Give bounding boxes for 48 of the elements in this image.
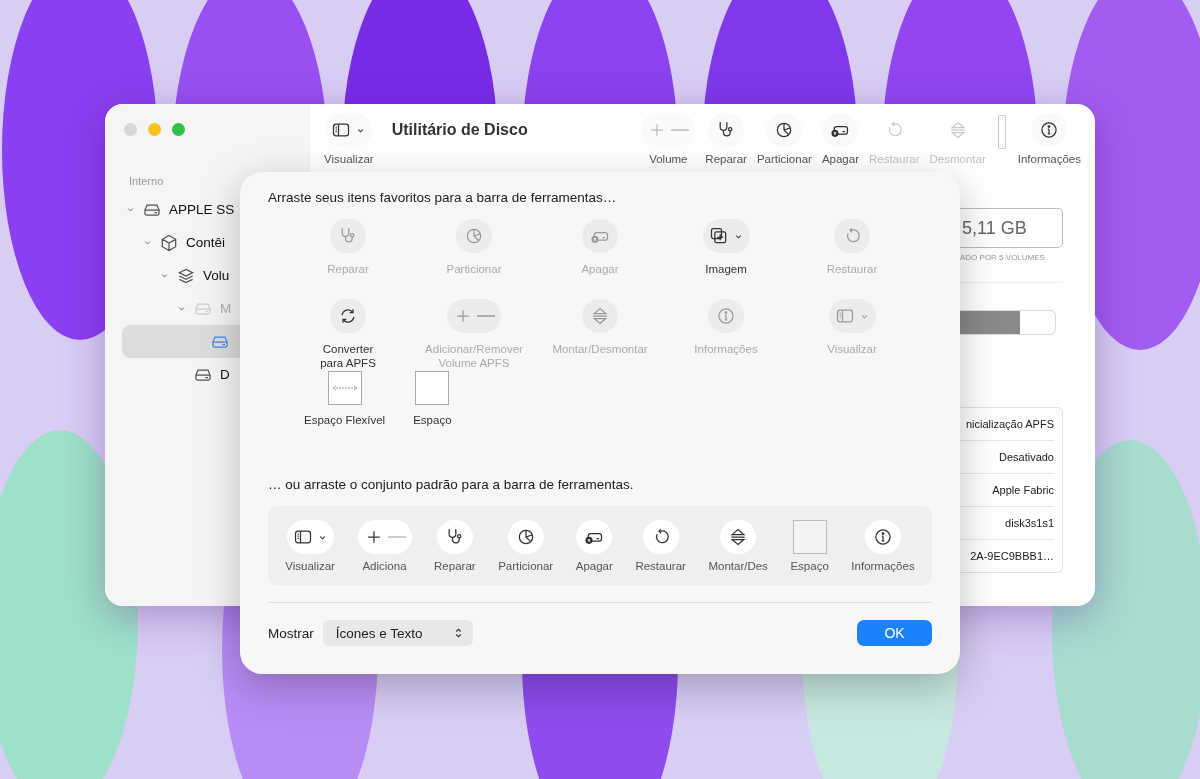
show-label: Mostrar bbox=[268, 625, 314, 641]
sheet-heading: Arraste seus itens favoritos para a barra de ferramentas… bbox=[268, 190, 618, 205]
info-value: 2A-9EC9BBB1… bbox=[969, 549, 1054, 564]
up-down-chevron-icon bbox=[453, 627, 463, 639]
default-toolbar-item: Adiciona bbox=[357, 520, 412, 572]
default-toolbar-item: Reparar bbox=[434, 520, 476, 572]
minus-icon bbox=[671, 129, 690, 131]
ok-button[interactable]: OK bbox=[857, 620, 932, 646]
toolbar-button[interactable]: Particionar bbox=[754, 113, 814, 165]
default-toolbar-item: Apagar bbox=[575, 520, 613, 572]
zoom-button[interactable] bbox=[172, 123, 185, 136]
display-mode-select[interactable]: Ícones e Texto bbox=[322, 620, 473, 646]
window-title: Utilitário de Disco bbox=[391, 121, 528, 139]
sidebar-item-label: APPLE SS bbox=[169, 202, 235, 217]
info-icon bbox=[873, 527, 893, 547]
eject-arrows-icon bbox=[590, 306, 610, 326]
capacity-caption: ADO POR 5 VOLUMES bbox=[960, 253, 1046, 262]
cube-icon bbox=[159, 232, 179, 253]
palette-item[interactable]: Imagem bbox=[663, 219, 789, 291]
default-toolbar-set[interactable]: Visualizar Adiciona Reparar Particionar Apagar Restaurar Montar/Des Espaço Informações bbox=[268, 506, 932, 586]
space-icon bbox=[415, 371, 450, 405]
sidebar-item-label: D bbox=[220, 367, 230, 382]
pie-chart-icon bbox=[464, 226, 484, 246]
image-plus-icon bbox=[708, 226, 729, 246]
minus-icon bbox=[477, 315, 495, 317]
minus-icon bbox=[387, 536, 406, 538]
info-icon bbox=[1039, 120, 1060, 140]
default-toolbar-item: Informações bbox=[851, 520, 915, 572]
sidebar-section-title: Interno bbox=[129, 175, 165, 187]
default-toolbar-item: Restaurar bbox=[635, 520, 686, 572]
default-toolbar-item: Visualizar bbox=[285, 520, 335, 572]
info-icon bbox=[716, 306, 736, 326]
space-icon bbox=[792, 520, 827, 554]
close-button[interactable] bbox=[124, 123, 137, 136]
default-toolbar-item: Espaço bbox=[790, 520, 829, 572]
default-toolbar-item: Montar/Des bbox=[708, 520, 768, 572]
minimize-button[interactable] bbox=[148, 123, 161, 136]
flexible-space-icon bbox=[327, 371, 362, 405]
sheet-subheading: … ou arraste o conjunto padrão para a barra de ferramentas. bbox=[268, 477, 635, 492]
palette-item[interactable]: Converter para APFS bbox=[285, 299, 411, 371]
palette-item[interactable]: Espaço Flexível bbox=[304, 371, 386, 427]
default-toolbar-item: Particionar bbox=[498, 520, 554, 572]
palette-item[interactable]: Espaço bbox=[413, 371, 452, 427]
space-item-icon bbox=[997, 115, 1006, 149]
sidebar-item-label: M bbox=[220, 301, 232, 316]
sidebar-item-label: Volu bbox=[203, 268, 230, 283]
sidebar-item-label: Contêi bbox=[186, 235, 226, 250]
toolbar-button[interactable]: Informações bbox=[1015, 113, 1083, 165]
